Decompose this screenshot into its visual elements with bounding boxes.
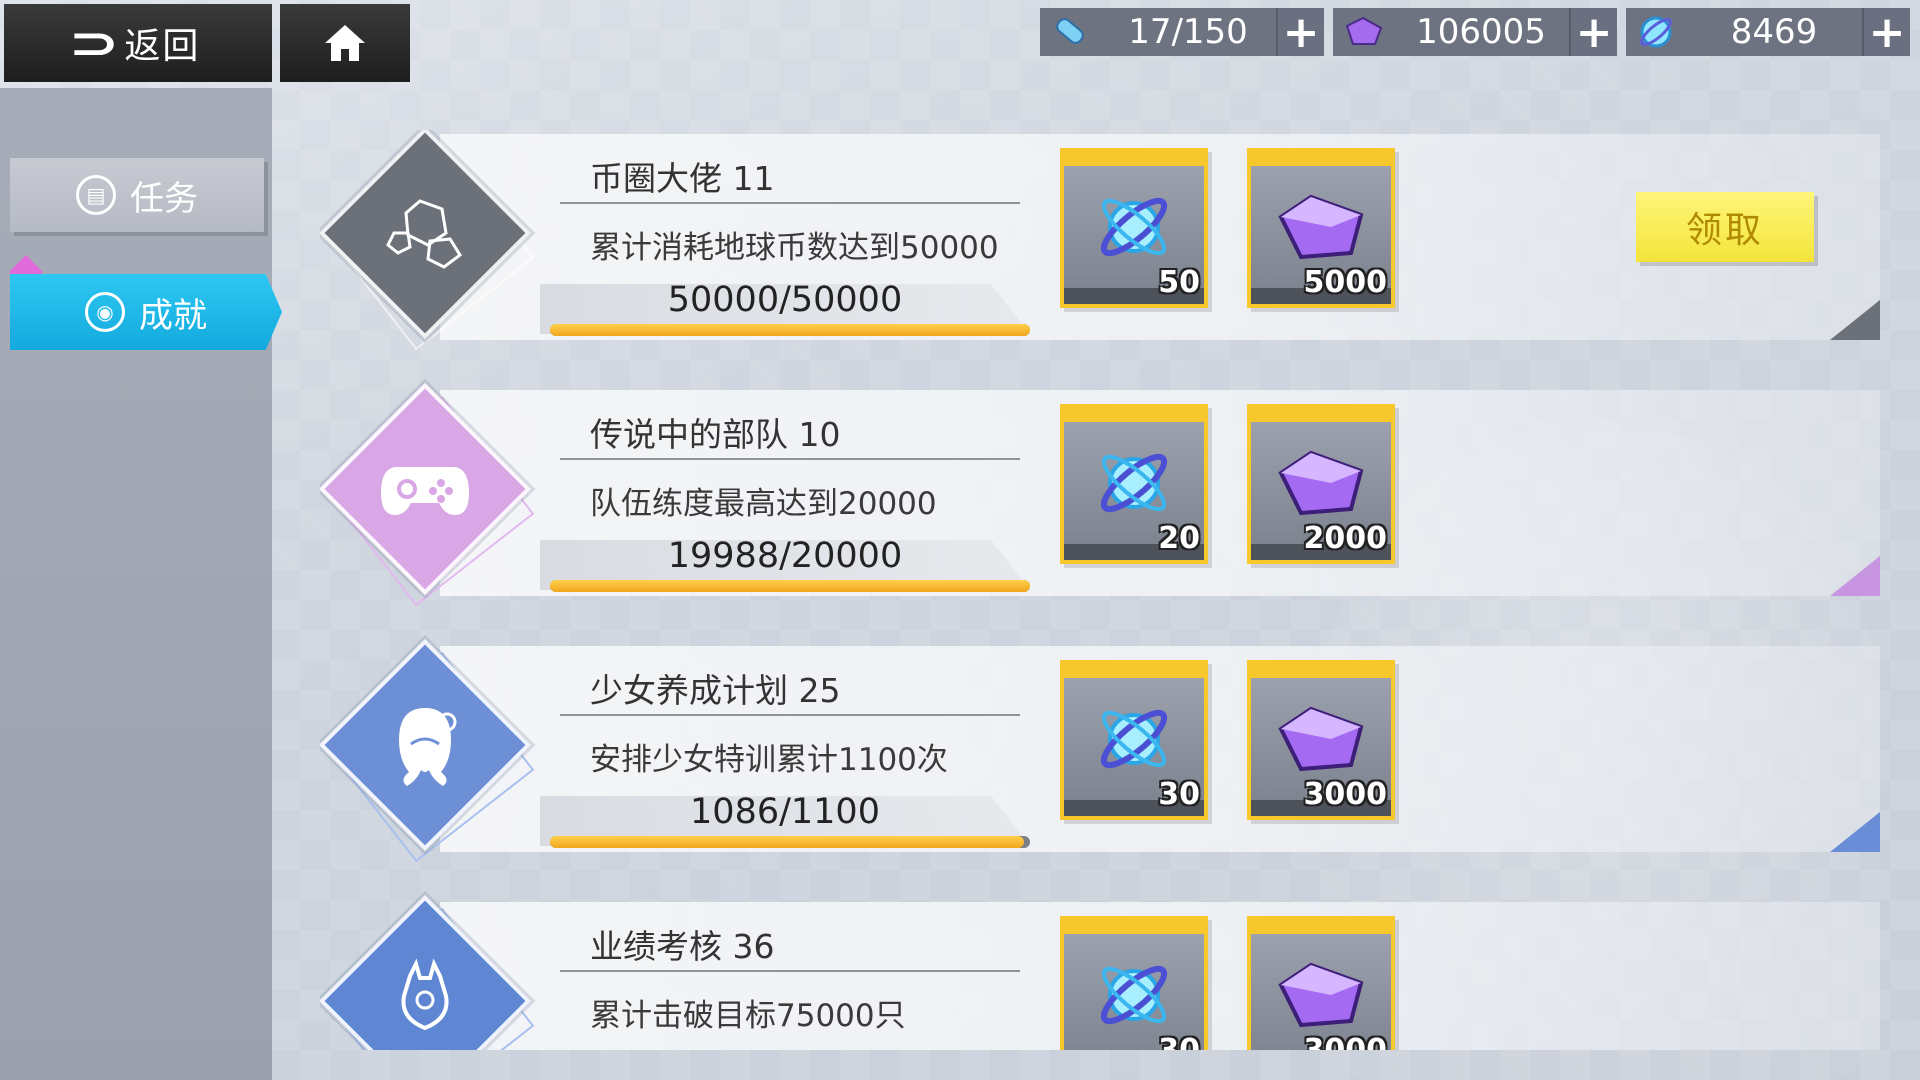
progress-bar-fill — [550, 324, 1030, 336]
achievement-info: 业绩考核 36 累计击破目标75000只 — [540, 902, 1040, 1050]
achievement-badge — [320, 130, 535, 351]
achievement-card: 少女养成计划 25 安排少女特训累计1100次 1086/1100 30 300… — [320, 638, 1890, 863]
add-orb-button[interactable]: + — [1862, 7, 1910, 58]
blue-orb-icon — [1100, 197, 1168, 257]
energy-vial-icon — [1040, 8, 1100, 56]
achievement-info: 币圈大佬 11 累计消耗地球币数达到50000 50000/50000 — [540, 134, 1040, 340]
achievement-info: 传说中的部队 10 队伍练度最高达到20000 19988/20000 — [540, 390, 1040, 596]
back-button[interactable]: ⊃ 返回 — [4, 4, 272, 82]
reward-amount: 30 — [1158, 1033, 1200, 1050]
blue-orb-icon — [1100, 453, 1168, 513]
reward-slot: 20 — [1064, 422, 1204, 560]
progress-bar — [550, 324, 1030, 336]
reward-item[interactable]: 2000 — [1247, 404, 1395, 564]
trophy-icon: ◉ — [85, 292, 125, 332]
progress-bar — [550, 836, 1030, 848]
purple-crystal-icon — [1278, 450, 1364, 516]
reward-amount: 5000 — [1303, 265, 1388, 300]
crystal-value: 106005 — [1416, 12, 1546, 52]
reward-amount: 50 — [1158, 265, 1200, 300]
clipboard-icon: ▤ — [76, 175, 116, 215]
reward-amount: 20 — [1158, 521, 1200, 556]
blue-orb-icon — [1626, 8, 1686, 56]
sidebar: ▤ 任务 ◉ 成就 — [0, 88, 282, 1080]
achievement-badge — [320, 382, 535, 607]
divider — [560, 202, 1020, 204]
resource-stamina: 17/150 + — [1040, 7, 1324, 58]
reward-amount: 3000 — [1304, 1033, 1388, 1050]
reward-item[interactable]: 30 — [1060, 660, 1208, 820]
reward-item[interactable]: 20 — [1060, 404, 1208, 564]
achievement-description: 累计击破目标75000只 — [590, 998, 906, 1034]
achievement-info: 少女养成计划 25 安排少女特训累计1100次 1086/1100 — [540, 646, 1040, 852]
achievement-title: 业绩考核 36 — [590, 927, 775, 966]
progress-text: 19988/20000 — [667, 536, 903, 576]
tab-missions-label: 任务 — [130, 178, 198, 219]
achievement-badge — [320, 638, 535, 863]
achievement-card: 业绩考核 36 累计击破目标75000只 30 3000 — [320, 894, 1890, 1050]
home-button[interactable] — [280, 4, 410, 82]
girl-head-icon — [340, 660, 510, 830]
top-bar: ⊃ 返回 17/150 + 106005 + 8469 + — [0, 0, 1920, 88]
divider — [560, 970, 1020, 972]
achievement-description: 安排少女特训累计1100次 — [590, 742, 948, 778]
claim-button[interactable]: 领取 — [1636, 192, 1814, 262]
reward-item[interactable]: 50 — [1060, 148, 1208, 308]
gamepad-icon — [340, 404, 510, 574]
home-icon — [325, 25, 365, 61]
back-label: 返回 — [124, 26, 201, 67]
mech-icon — [340, 916, 510, 1050]
progress-bar-fill — [550, 836, 1024, 848]
tab-achievements[interactable]: ◉ 成就 — [10, 274, 282, 350]
add-stamina-button[interactable]: + — [1276, 7, 1324, 58]
tab-missions[interactable]: ▤ 任务 — [10, 158, 264, 232]
achievement-card: 传说中的部队 10 队伍练度最高达到20000 19988/20000 20 2… — [320, 382, 1890, 607]
achievement-title: 少女养成计划 25 — [590, 671, 841, 710]
purple-crystal-icon — [1278, 706, 1364, 772]
orb-value: 8469 — [1730, 12, 1818, 52]
purple-crystal-icon — [1278, 194, 1364, 260]
progress-text: 1086/1100 — [690, 792, 880, 832]
divider — [560, 458, 1020, 460]
tab-achievements-label: 成就 — [139, 295, 207, 336]
reward-slot: 50 — [1064, 166, 1204, 304]
reward-slot: 3000 — [1251, 678, 1391, 816]
reward-item[interactable]: 30 — [1060, 916, 1208, 1050]
achievement-list[interactable]: 币圈大佬 11 累计消耗地球币数达到50000 50000/50000 50 5… — [320, 130, 1890, 1050]
achievement-description: 队伍练度最高达到20000 — [590, 486, 937, 522]
reward-slot: 30 — [1064, 678, 1204, 816]
achievement-title: 传说中的部队 10 — [590, 415, 841, 454]
blue-orb-icon — [1100, 965, 1168, 1025]
progress-bar — [550, 580, 1030, 592]
reward-slot: 5000 — [1251, 166, 1391, 304]
achievement-description: 累计消耗地球币数达到50000 — [590, 230, 999, 266]
progress-bar-fill — [550, 580, 1030, 592]
stamina-value: 17/150 — [1128, 12, 1248, 52]
reward-amount: 3000 — [1303, 777, 1388, 812]
reward-slot: 2000 — [1251, 422, 1391, 560]
reward-amount: 30 — [1158, 777, 1200, 812]
back-arrow-icon: ⊃ — [67, 17, 123, 69]
reward-slot: 3000 — [1251, 934, 1391, 1050]
purple-crystal-icon — [1278, 962, 1364, 1028]
reward-item[interactable]: 3000 — [1247, 916, 1395, 1050]
crystals-icon — [340, 148, 510, 318]
purple-crystal-icon — [1333, 8, 1393, 56]
progress-text: 50000/50000 — [667, 280, 903, 320]
resource-orb: 8469 + — [1626, 7, 1910, 58]
divider — [560, 714, 1020, 716]
add-crystal-button[interactable]: + — [1569, 7, 1617, 58]
resource-crystal: 106005 + — [1333, 7, 1617, 58]
reward-slot: 30 — [1064, 934, 1204, 1050]
reward-item[interactable]: 3000 — [1247, 660, 1395, 820]
reward-item[interactable]: 5000 — [1247, 148, 1395, 308]
achievement-card: 币圈大佬 11 累计消耗地球币数达到50000 50000/50000 50 5… — [320, 130, 1890, 351]
achievement-title: 币圈大佬 11 — [590, 159, 775, 198]
achievement-badge — [320, 894, 535, 1050]
blue-orb-icon — [1100, 709, 1168, 769]
reward-amount: 2000 — [1303, 521, 1388, 556]
